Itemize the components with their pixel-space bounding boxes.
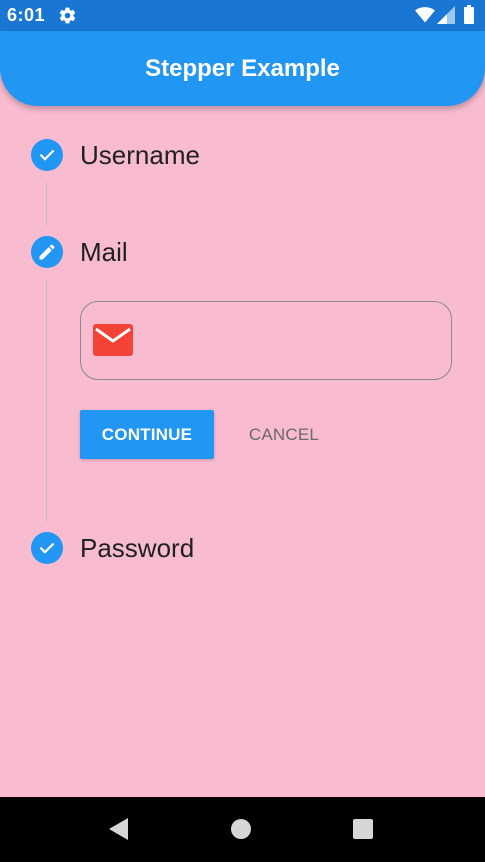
step-title: Mail [80, 237, 128, 267]
email-field[interactable] [80, 301, 452, 380]
recents-icon[interactable] [353, 819, 373, 839]
step-title: Username [80, 140, 200, 170]
step-connector [46, 280, 47, 522]
step-indicator-complete [31, 139, 63, 171]
check-icon [39, 542, 55, 554]
app-bar: Stepper Example [0, 31, 485, 106]
step-connector [46, 182, 47, 226]
wifi-icon [415, 7, 435, 23]
signal-icon [437, 6, 455, 24]
battery-icon [464, 5, 474, 24]
gear-icon [59, 7, 76, 24]
step-indicator-editing [31, 236, 63, 268]
back-icon[interactable] [108, 817, 130, 841]
cancel-button[interactable]: CANCEL [233, 410, 335, 459]
continue-button[interactable]: CONTINUE [80, 410, 214, 459]
pencil-icon [39, 244, 55, 260]
step-title: Password [80, 533, 195, 563]
email-input[interactable] [145, 316, 439, 366]
check-icon [39, 149, 55, 161]
step-indicator-complete [31, 532, 63, 564]
status-bar: 6:01 [0, 0, 485, 31]
mail-icon [93, 324, 133, 356]
page-title: Stepper Example [145, 55, 340, 82]
status-time: 6:01 [7, 5, 46, 25]
navigation-bar [0, 797, 485, 862]
home-icon[interactable] [231, 819, 251, 839]
